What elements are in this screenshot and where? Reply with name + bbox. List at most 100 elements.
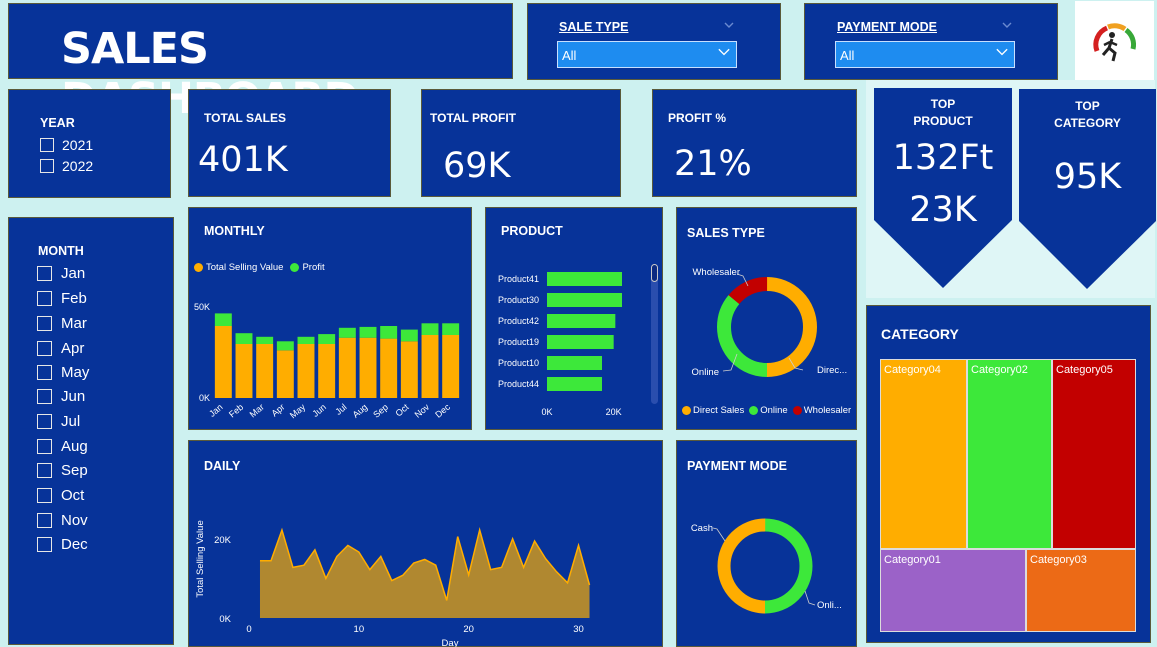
scrollbar[interactable]: [651, 264, 658, 404]
legend-label: Online: [760, 405, 788, 416]
year-option-2022[interactable]: 2022: [40, 158, 93, 174]
treemap-cell[interactable]: Category01: [880, 549, 1026, 632]
payment-mode-dropdown[interactable]: All: [835, 41, 1015, 68]
x-tick-label: Nov: [413, 402, 432, 420]
year-slicer: YEAR 2021 2022: [8, 89, 171, 198]
treemap-cell[interactable]: Category02: [967, 359, 1052, 549]
x-tick-label: Jul: [333, 402, 348, 417]
bar: [359, 326, 377, 338]
checkbox[interactable]: [37, 488, 52, 503]
kpi-value: 21%: [674, 144, 752, 184]
bar: [235, 344, 253, 398]
y-tick-label: Product19: [498, 337, 539, 347]
legend-swatch: [792, 406, 802, 415]
x-tick-label: Dec: [433, 402, 452, 420]
checkbox[interactable]: [37, 414, 52, 429]
checkbox[interactable]: [37, 291, 52, 306]
chevron-down-icon: [718, 48, 730, 56]
month-option[interactable]: Apr: [37, 340, 84, 357]
kpi-label: TOTAL SALES: [204, 111, 287, 125]
checkbox[interactable]: [37, 365, 52, 380]
checkbox[interactable]: [37, 389, 52, 404]
chevron-down-icon: [996, 48, 1008, 56]
top-category-label: TOP CATEGORY: [1054, 99, 1121, 130]
month-option[interactable]: Mar: [37, 315, 87, 332]
profit-percent-card: PROFIT % 21%: [652, 89, 857, 197]
treemap-cell[interactable]: Category04: [880, 359, 967, 549]
sale-type-dropdown[interactable]: All: [557, 41, 737, 68]
month-option[interactable]: Dec: [37, 536, 88, 553]
logo: [1075, 1, 1154, 85]
month-option[interactable]: Nov: [37, 512, 88, 529]
x-tick-label: 0: [246, 624, 251, 635]
treemap-cell[interactable]: Category05: [1052, 359, 1136, 549]
daily-area-chart: 20K 0K 0 10 20 30 Day Total Selling Value: [195, 520, 591, 647]
treemap-cell[interactable]: Category03: [1026, 549, 1136, 632]
top-product-value: 23K: [909, 190, 977, 230]
chevron-down-icon[interactable]: [1002, 21, 1012, 29]
payment-mode-chart: PAYMENT MODE Onli... Cash: [676, 440, 857, 647]
bar: [547, 335, 614, 349]
sales-type-donut-chart: Direc... Online Wholesaler: [692, 267, 848, 378]
month-option[interactable]: Jan: [37, 265, 85, 282]
checkbox[interactable]: [37, 463, 52, 478]
x-axis-label: Day: [442, 638, 459, 647]
month-label: MONTH: [38, 244, 84, 258]
y-tick-label: 50K: [194, 302, 210, 312]
chart-legend: Direct Sales Online Wholesaler: [682, 405, 851, 416]
checkbox[interactable]: [37, 341, 52, 356]
sale-type-value: All: [562, 48, 577, 63]
scrollbar-thumb[interactable]: [651, 264, 658, 282]
payment-mode-label: PAYMENT MODE: [837, 20, 938, 34]
legend-label: Direct Sales: [693, 405, 745, 416]
y-axis-label: Total Selling Value: [195, 520, 206, 597]
kpi-label: TOTAL PROFIT: [430, 111, 516, 125]
month-slicer: MONTH Jan Feb Mar Apr May Jun Jul Aug Se…: [8, 217, 174, 645]
area-fill: [259, 530, 590, 618]
checkbox[interactable]: [37, 439, 52, 454]
x-tick-label: Apr: [269, 402, 286, 419]
speedometer-runner-logo: [1093, 23, 1136, 62]
month-option[interactable]: Oct: [37, 487, 84, 504]
category-treemap: CATEGORY Category04 Category02 Category0…: [866, 305, 1151, 643]
total-profit-card: TOTAL PROFIT 69K: [421, 89, 621, 197]
checkbox[interactable]: [37, 537, 52, 552]
bar: [297, 336, 315, 344]
sale-type-slicer: SALE TYPE All: [527, 3, 781, 80]
y-tick-label: 0K: [199, 393, 210, 403]
month-option[interactable]: Sep: [37, 462, 88, 479]
bar: [338, 327, 356, 338]
legend-swatch: [682, 406, 691, 415]
bar: [421, 335, 439, 398]
checkbox[interactable]: [37, 266, 52, 281]
y-tick-label: 0K: [219, 614, 231, 625]
year-option-2021[interactable]: 2021: [40, 137, 93, 153]
y-tick-label: Product30: [498, 295, 539, 305]
bar: [380, 338, 398, 398]
checkbox[interactable]: [37, 316, 52, 331]
month-option[interactable]: Feb: [37, 290, 87, 307]
x-tick-label: 20K: [606, 407, 622, 417]
checkbox[interactable]: [40, 159, 54, 173]
bar: [442, 323, 460, 335]
kpi-value: 69K: [443, 146, 511, 186]
month-option[interactable]: Jul: [37, 413, 80, 430]
chevron-down-icon[interactable]: [724, 21, 734, 29]
bar: [547, 272, 622, 286]
checkbox[interactable]: [37, 513, 52, 528]
month-option[interactable]: Jun: [37, 388, 85, 405]
bar: [235, 333, 253, 344]
bar: [547, 377, 602, 391]
x-tick-label: Sep: [371, 402, 390, 420]
checkbox[interactable]: [40, 138, 54, 152]
payment-mode-donut-chart: Onli... Cash: [691, 518, 842, 614]
y-tick-label: Product41: [498, 274, 539, 284]
month-option[interactable]: May: [37, 364, 89, 381]
bar: [400, 329, 418, 342]
bar: [214, 326, 232, 398]
y-tick-label: Product10: [498, 358, 539, 368]
x-tick-label: Feb: [227, 402, 245, 420]
month-option[interactable]: Aug: [37, 438, 88, 455]
y-tick-label: 20K: [214, 535, 232, 546]
legend-swatch: [749, 406, 759, 415]
